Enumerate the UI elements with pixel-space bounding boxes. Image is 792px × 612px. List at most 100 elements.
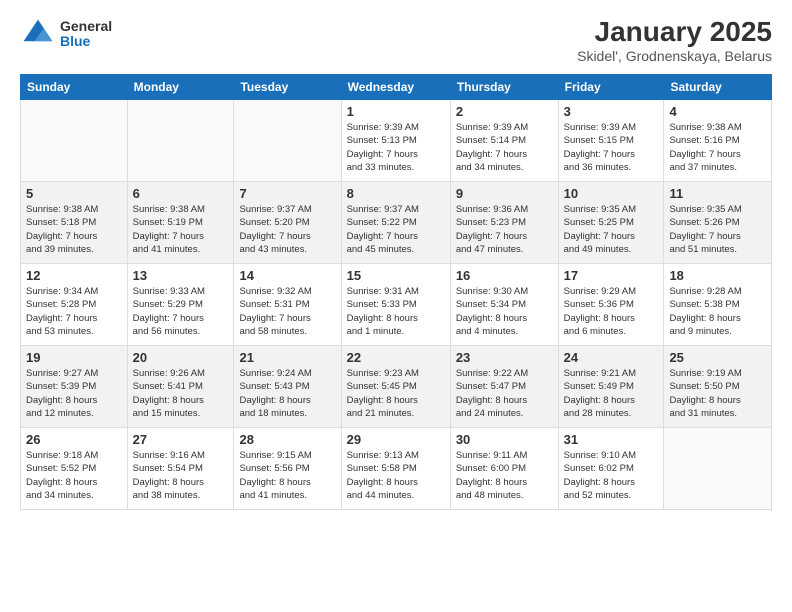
calendar-cell: 31 Sunrise: 9:10 AM Sunset: 6:02 PM Dayli…	[558, 428, 664, 510]
calendar-header-saturday: Saturday	[664, 75, 772, 100]
day-info: Sunrise: 9:26 AM Sunset: 5:41 PM Dayligh…	[133, 367, 229, 420]
day-info: Sunrise: 9:34 AM Sunset: 5:28 PM Dayligh…	[26, 285, 122, 338]
day-info: Sunrise: 9:28 AM Sunset: 5:38 PM Dayligh…	[669, 285, 766, 338]
calendar-week-row: 1Sunrise: 9:39 AM Sunset: 5:13 PM Daylig…	[21, 100, 772, 182]
day-number: 6	[133, 186, 229, 201]
day-number: 5	[26, 186, 122, 201]
day-number: 3	[564, 104, 659, 119]
calendar-table: SundayMondayTuesdayWednesdayThursdayFrid…	[20, 74, 772, 510]
calendar-header-friday: Friday	[558, 75, 664, 100]
day-number: 30	[456, 432, 553, 447]
day-number: 20	[133, 350, 229, 365]
day-number: 19	[26, 350, 122, 365]
day-info: Sunrise: 9:13 AM Sunset: 5:58 PM Dayligh…	[347, 449, 445, 502]
day-number: 24	[564, 350, 659, 365]
day-info: Sunrise: 9:21 AM Sunset: 5:49 PM Dayligh…	[564, 367, 659, 420]
calendar-cell: 7Sunrise: 9:37 AM Sunset: 5:20 PM Daylig…	[234, 182, 341, 264]
calendar-cell: 26Sunrise: 9:18 AM Sunset: 5:52 PM Dayli…	[21, 428, 128, 510]
day-info: Sunrise: 9:32 AM Sunset: 5:31 PM Dayligh…	[239, 285, 335, 338]
day-number: 14	[239, 268, 335, 283]
day-number: 7	[239, 186, 335, 201]
calendar-cell: 29 Sunrise: 9:13 AM Sunset: 5:58 PM Dayli…	[341, 428, 450, 510]
day-info: Sunrise: 9:39 AM Sunset: 5:13 PM Dayligh…	[347, 121, 445, 174]
logo-general-text: General	[60, 19, 112, 34]
page-subtitle: Skidel', Grodnenskaya, Belarus	[577, 48, 772, 64]
calendar-cell: 11Sunrise: 9:35 AM Sunset: 5:26 PM Dayli…	[664, 182, 772, 264]
day-info: Sunrise: 9:15 AM Sunset: 5:56 PM Dayligh…	[239, 449, 335, 502]
day-info: Sunrise: 9:16 AM Sunset: 5:54 PM Dayligh…	[133, 449, 229, 502]
calendar-cell: 18 Sunrise: 9:28 AM Sunset: 5:38 PM Dayli…	[664, 264, 772, 346]
day-number: 22	[347, 350, 445, 365]
day-number: 12	[26, 268, 122, 283]
calendar-cell	[234, 100, 341, 182]
calendar-cell: 16Sunrise: 9:30 AM Sunset: 5:34 PM Dayli…	[450, 264, 558, 346]
calendar-week-row: 19Sunrise: 9:27 AM Sunset: 5:39 PM Dayli…	[21, 346, 772, 428]
calendar-cell: 8 Sunrise: 9:37 AM Sunset: 5:22 PM Daylig…	[341, 182, 450, 264]
day-number: 9	[456, 186, 553, 201]
day-info: Sunrise: 9:18 AM Sunset: 5:52 PM Dayligh…	[26, 449, 122, 502]
day-number: 10	[564, 186, 659, 201]
calendar-cell: 4Sunrise: 9:38 AM Sunset: 5:16 PM Daylig…	[664, 100, 772, 182]
day-number: 17	[564, 268, 659, 283]
day-info: Sunrise: 9:19 AM Sunset: 5:50 PM Dayligh…	[669, 367, 766, 420]
calendar-cell: 10Sunrise: 9:35 AM Sunset: 5:25 PM Dayli…	[558, 182, 664, 264]
calendar-cell: 6Sunrise: 9:38 AM Sunset: 5:19 PM Daylig…	[127, 182, 234, 264]
day-number: 13	[133, 268, 229, 283]
calendar-header-tuesday: Tuesday	[234, 75, 341, 100]
day-info: Sunrise: 9:39 AM Sunset: 5:15 PM Dayligh…	[564, 121, 659, 174]
calendar-cell: 15Sunrise: 9:31 AM Sunset: 5:33 PM Dayli…	[341, 264, 450, 346]
calendar-cell: 22 Sunrise: 9:23 AM Sunset: 5:45 PM Dayli…	[341, 346, 450, 428]
logo-blue-text: Blue	[60, 34, 112, 49]
day-info: Sunrise: 9:23 AM Sunset: 5:45 PM Dayligh…	[347, 367, 445, 420]
calendar-cell: 20 Sunrise: 9:26 AM Sunset: 5:41 PM Dayli…	[127, 346, 234, 428]
day-number: 21	[239, 350, 335, 365]
day-number: 25	[669, 350, 766, 365]
day-number: 23	[456, 350, 553, 365]
day-number: 11	[669, 186, 766, 201]
calendar-header-wednesday: Wednesday	[341, 75, 450, 100]
day-info: Sunrise: 9:30 AM Sunset: 5:34 PM Dayligh…	[456, 285, 553, 338]
calendar-cell: 1Sunrise: 9:39 AM Sunset: 5:13 PM Daylig…	[341, 100, 450, 182]
calendar-week-row: 26Sunrise: 9:18 AM Sunset: 5:52 PM Dayli…	[21, 428, 772, 510]
calendar-cell: 21 Sunrise: 9:24 AM Sunset: 5:43 PM Dayli…	[234, 346, 341, 428]
logo-text: General Blue	[60, 19, 112, 50]
logo-icon	[20, 16, 56, 52]
calendar-cell: 13 Sunrise: 9:33 AM Sunset: 5:29 PM Dayli…	[127, 264, 234, 346]
day-info: Sunrise: 9:36 AM Sunset: 5:23 PM Dayligh…	[456, 203, 553, 256]
calendar-header-row: SundayMondayTuesdayWednesdayThursdayFrid…	[21, 75, 772, 100]
calendar-header-sunday: Sunday	[21, 75, 128, 100]
day-info: Sunrise: 9:33 AM Sunset: 5:29 PM Dayligh…	[133, 285, 229, 338]
calendar-cell	[21, 100, 128, 182]
calendar-cell: 3 Sunrise: 9:39 AM Sunset: 5:15 PM Daylig…	[558, 100, 664, 182]
day-number: 2	[456, 104, 553, 119]
day-info: Sunrise: 9:11 AM Sunset: 6:00 PM Dayligh…	[456, 449, 553, 502]
calendar-cell: 2Sunrise: 9:39 AM Sunset: 5:14 PM Daylig…	[450, 100, 558, 182]
calendar-cell: 28 Sunrise: 9:15 AM Sunset: 5:56 PM Dayli…	[234, 428, 341, 510]
day-number: 28	[239, 432, 335, 447]
day-info: Sunrise: 9:37 AM Sunset: 5:22 PM Dayligh…	[347, 203, 445, 256]
calendar-cell	[127, 100, 234, 182]
calendar-cell: 14 Sunrise: 9:32 AM Sunset: 5:31 PM Dayli…	[234, 264, 341, 346]
day-number: 31	[564, 432, 659, 447]
title-block: January 2025 Skidel', Grodnenskaya, Bela…	[577, 16, 772, 64]
calendar-header-thursday: Thursday	[450, 75, 558, 100]
calendar-cell: 24 Sunrise: 9:21 AM Sunset: 5:49 PM Dayli…	[558, 346, 664, 428]
calendar-cell: 30 Sunrise: 9:11 AM Sunset: 6:00 PM Dayli…	[450, 428, 558, 510]
day-number: 18	[669, 268, 766, 283]
calendar-cell: 17Sunrise: 9:29 AM Sunset: 5:36 PM Dayli…	[558, 264, 664, 346]
day-info: Sunrise: 9:38 AM Sunset: 5:18 PM Dayligh…	[26, 203, 122, 256]
day-number: 27	[133, 432, 229, 447]
calendar-cell: 27 Sunrise: 9:16 AM Sunset: 5:54 PM Dayli…	[127, 428, 234, 510]
page: General Blue January 2025 Skidel', Grodn…	[0, 0, 792, 612]
day-number: 8	[347, 186, 445, 201]
calendar-header-monday: Monday	[127, 75, 234, 100]
day-number: 29	[347, 432, 445, 447]
day-number: 15	[347, 268, 445, 283]
day-info: Sunrise: 9:10 AM Sunset: 6:02 PM Dayligh…	[564, 449, 659, 502]
calendar-week-row: 12 Sunrise: 9:34 AM Sunset: 5:28 PM Dayli…	[21, 264, 772, 346]
logo: General Blue	[20, 16, 112, 52]
header: General Blue January 2025 Skidel', Grodn…	[20, 16, 772, 64]
calendar-cell: 19Sunrise: 9:27 AM Sunset: 5:39 PM Dayli…	[21, 346, 128, 428]
calendar-cell	[664, 428, 772, 510]
day-info: Sunrise: 9:24 AM Sunset: 5:43 PM Dayligh…	[239, 367, 335, 420]
